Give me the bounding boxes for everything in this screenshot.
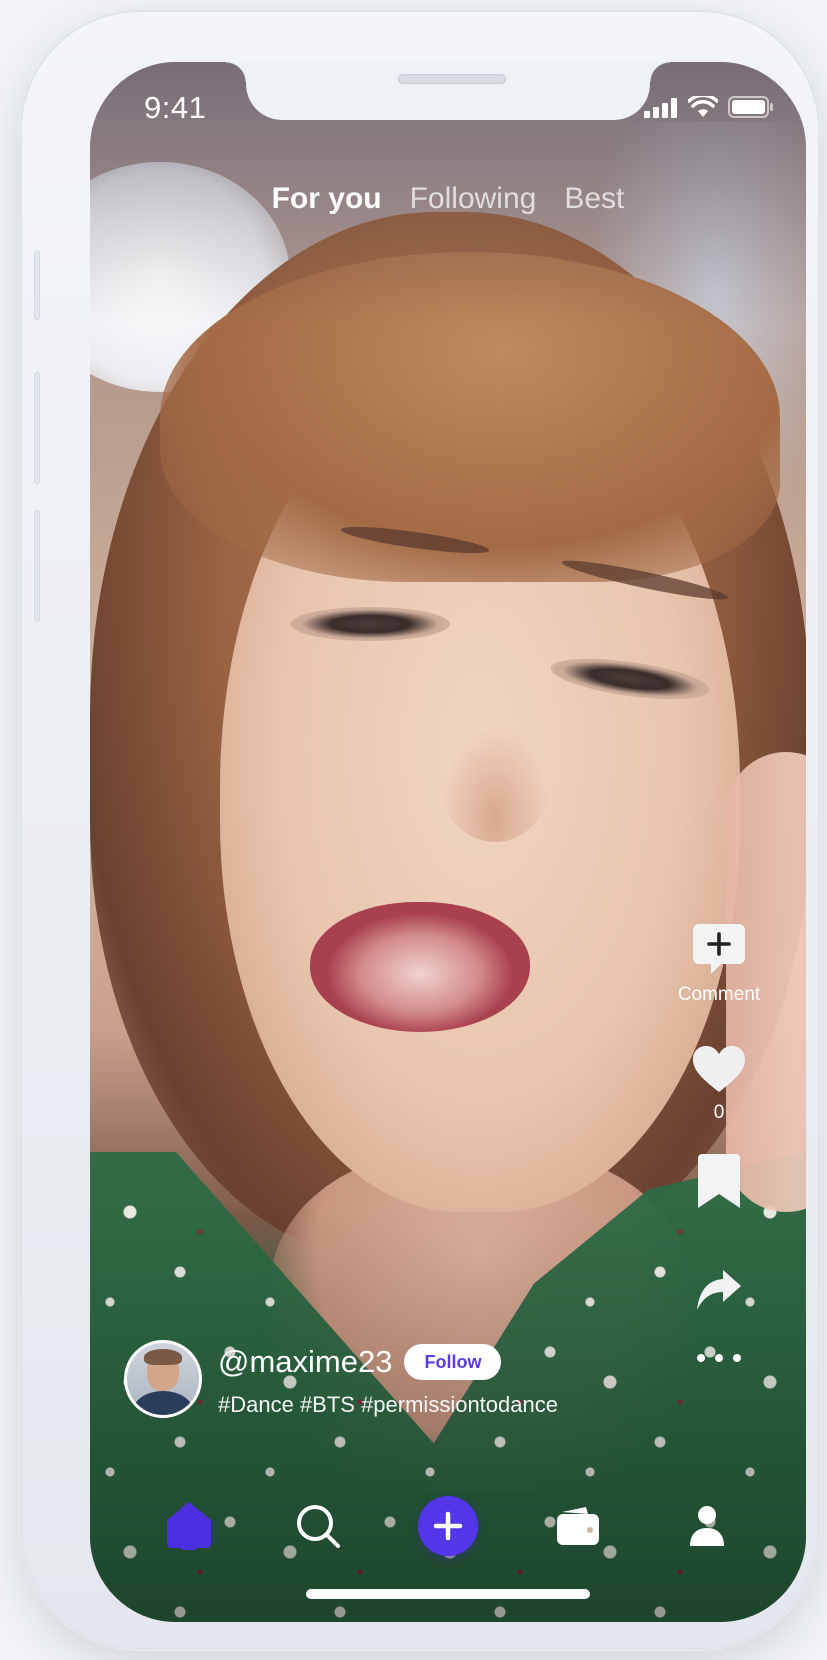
post-author: @maxime23 Follow #Dance #BTS #permission… bbox=[124, 1340, 558, 1418]
volume-up-button bbox=[34, 372, 40, 484]
status-time: 9:41 bbox=[144, 90, 207, 125]
heart-icon bbox=[693, 1046, 745, 1092]
home-indicator[interactable] bbox=[306, 1589, 590, 1599]
action-rail: Comment 0 bbox=[664, 922, 774, 1364]
home-icon bbox=[166, 1502, 211, 1550]
author-meta: @maxime23 Follow #Dance #BTS #permission… bbox=[218, 1340, 558, 1418]
status-icons bbox=[644, 96, 774, 118]
phone-frame: 9:41 For you Following Best Comment 0 @m… bbox=[20, 10, 820, 1650]
bookmark-icon bbox=[698, 1154, 740, 1208]
avatar[interactable] bbox=[124, 1340, 202, 1418]
share-button[interactable] bbox=[695, 1268, 743, 1312]
volume-down-button bbox=[34, 510, 40, 622]
more-dots-icon bbox=[697, 1354, 741, 1362]
follow-button[interactable]: Follow bbox=[404, 1344, 502, 1380]
wifi-icon bbox=[688, 96, 718, 117]
cellular-signal-icon bbox=[644, 98, 677, 118]
nav-home[interactable] bbox=[154, 1491, 224, 1561]
username[interactable]: @maxime23 bbox=[218, 1344, 392, 1380]
notch bbox=[226, 62, 650, 120]
nav-create[interactable] bbox=[413, 1491, 483, 1561]
comment-label: Comment bbox=[677, 984, 761, 1005]
phone-screen: 9:41 For you Following Best Comment 0 @m… bbox=[90, 62, 806, 1622]
bookmark-button[interactable] bbox=[696, 1152, 742, 1210]
feed-tabs: For you Following Best bbox=[90, 182, 806, 216]
like-button[interactable]: 0 bbox=[691, 1044, 747, 1124]
profile-icon bbox=[690, 1506, 725, 1546]
like-count: 0 bbox=[713, 1102, 725, 1123]
hashtags[interactable]: #Dance #BTS #permissiontodance bbox=[218, 1392, 558, 1418]
nav-profile[interactable] bbox=[672, 1491, 742, 1561]
bottom-nav bbox=[90, 1486, 806, 1566]
more-button[interactable] bbox=[695, 1352, 743, 1364]
search-icon bbox=[297, 1505, 341, 1548]
comment-button[interactable]: Comment bbox=[678, 922, 760, 1006]
battery-icon bbox=[728, 96, 773, 118]
nav-search[interactable] bbox=[283, 1491, 353, 1561]
wallet-icon bbox=[556, 1507, 599, 1545]
tab-best[interactable]: Best bbox=[564, 182, 624, 216]
plus-icon bbox=[433, 1511, 463, 1541]
share-arrow-icon bbox=[697, 1270, 741, 1310]
comment-plus-icon bbox=[692, 924, 745, 974]
nav-wallet[interactable] bbox=[543, 1491, 613, 1561]
tab-for-you[interactable]: For you bbox=[272, 182, 382, 216]
tab-following[interactable]: Following bbox=[410, 182, 537, 216]
mute-switch bbox=[34, 250, 40, 320]
create-button[interactable] bbox=[417, 1496, 478, 1556]
